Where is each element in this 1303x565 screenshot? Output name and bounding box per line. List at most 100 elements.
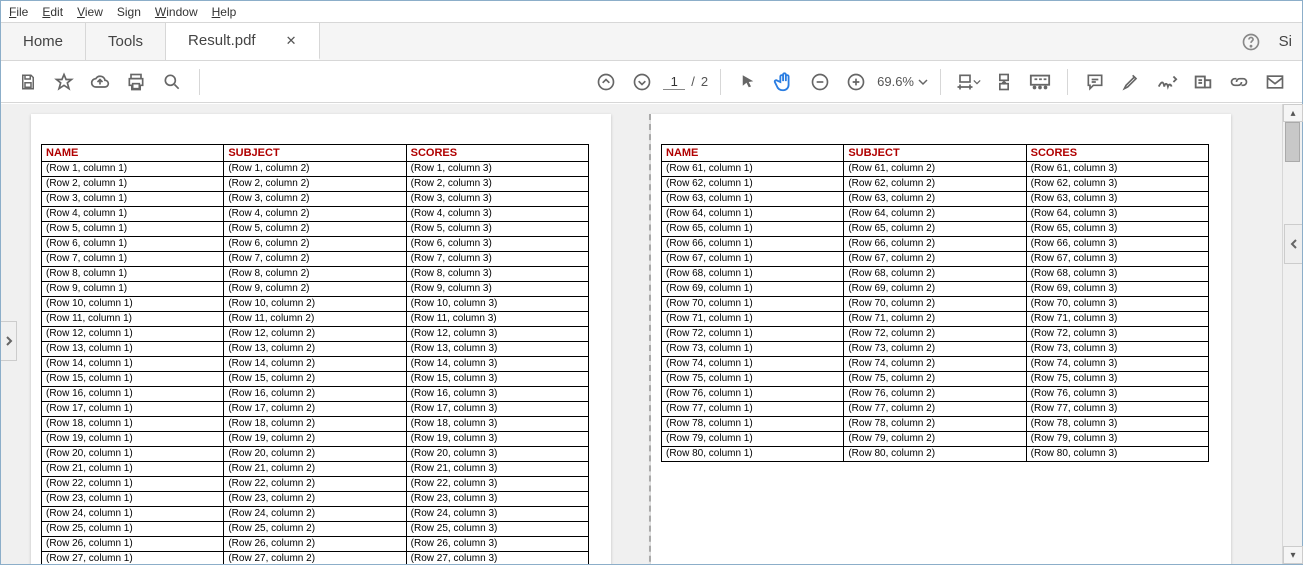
scroll-mode-icon[interactable] <box>989 67 1019 97</box>
left-panel-toggle[interactable] <box>1 321 17 361</box>
table-cell: (Row 74, column 3) <box>1026 357 1208 372</box>
table-row: (Row 68, column 1)(Row 68, column 2)(Row… <box>662 267 1209 282</box>
scroll-up-arrow[interactable]: ▴ <box>1283 104 1303 122</box>
table-cell: (Row 71, column 1) <box>662 312 844 327</box>
table-cell: (Row 13, column 1) <box>42 342 224 357</box>
table-cell: (Row 68, column 2) <box>844 267 1026 282</box>
table-row: (Row 80, column 1)(Row 80, column 2)(Row… <box>662 447 1209 462</box>
scroll-down-arrow[interactable]: ▾ <box>1283 546 1303 564</box>
table-cell: (Row 63, column 1) <box>662 192 844 207</box>
table-cell: (Row 65, column 3) <box>1026 222 1208 237</box>
table-cell: (Row 71, column 3) <box>1026 312 1208 327</box>
scroll-track[interactable] <box>1283 122 1302 546</box>
comment-icon[interactable] <box>1080 67 1110 97</box>
table-row: (Row 4, column 1)(Row 4, column 2)(Row 4… <box>42 207 589 222</box>
table-row: (Row 9, column 1)(Row 9, column 2)(Row 9… <box>42 282 589 297</box>
table-row: (Row 63, column 1)(Row 63, column 2)(Row… <box>662 192 1209 207</box>
hand-tool-icon[interactable] <box>769 67 799 97</box>
table-cell: (Row 2, column 3) <box>406 177 588 192</box>
menu-help[interactable]: Help <box>212 5 237 19</box>
table-row: (Row 22, column 1)(Row 22, column 2)(Row… <box>42 477 589 492</box>
table-cell: (Row 19, column 3) <box>406 432 588 447</box>
table-cell: (Row 4, column 1) <box>42 207 224 222</box>
document-viewport[interactable]: NAMESUBJECTSCORES(Row 1, column 1)(Row 1… <box>1 104 1282 564</box>
highlight-icon[interactable] <box>1116 67 1146 97</box>
table-cell: (Row 73, column 1) <box>662 342 844 357</box>
read-mode-icon[interactable] <box>1025 67 1055 97</box>
help-icon[interactable] <box>1241 32 1261 52</box>
table-cell: (Row 70, column 2) <box>844 297 1026 312</box>
table-cell: (Row 26, column 1) <box>42 537 224 552</box>
table-row: (Row 21, column 1)(Row 21, column 2)(Row… <box>42 462 589 477</box>
table-cell: (Row 24, column 1) <box>42 507 224 522</box>
column-header: SCORES <box>1026 145 1208 162</box>
result-table-page1: NAMESUBJECTSCORES(Row 1, column 1)(Row 1… <box>41 144 589 564</box>
menu-edit[interactable]: Edit <box>42 5 63 19</box>
table-cell: (Row 67, column 1) <box>662 252 844 267</box>
zoom-in-icon[interactable] <box>841 67 871 97</box>
menu-sign[interactable]: Sign <box>117 5 141 19</box>
table-cell: (Row 11, column 1) <box>42 312 224 327</box>
table-cell: (Row 77, column 3) <box>1026 402 1208 417</box>
table-cell: (Row 21, column 2) <box>224 462 406 477</box>
email-icon[interactable] <box>1260 67 1290 97</box>
table-cell: (Row 20, column 3) <box>406 447 588 462</box>
table-row: (Row 79, column 1)(Row 79, column 2)(Row… <box>662 432 1209 447</box>
table-row: (Row 8, column 1)(Row 8, column 2)(Row 8… <box>42 267 589 282</box>
table-cell: (Row 8, column 1) <box>42 267 224 282</box>
page-down-icon[interactable] <box>627 67 657 97</box>
table-row: (Row 1, column 1)(Row 1, column 2)(Row 1… <box>42 162 589 177</box>
table-row: (Row 65, column 1)(Row 65, column 2)(Row… <box>662 222 1209 237</box>
vertical-scrollbar[interactable]: ▴ ▾ <box>1282 104 1302 564</box>
table-row: (Row 67, column 1)(Row 67, column 2)(Row… <box>662 252 1209 267</box>
table-cell: (Row 10, column 1) <box>42 297 224 312</box>
right-panel-toggle[interactable] <box>1284 224 1302 264</box>
table-cell: (Row 4, column 2) <box>224 207 406 222</box>
table-row: (Row 13, column 1)(Row 13, column 2)(Row… <box>42 342 589 357</box>
attach-link-icon[interactable] <box>1224 67 1254 97</box>
table-row: (Row 20, column 1)(Row 20, column 2)(Row… <box>42 447 589 462</box>
tab-tools[interactable]: Tools <box>86 23 166 60</box>
table-cell: (Row 4, column 3) <box>406 207 588 222</box>
save-icon[interactable] <box>13 67 43 97</box>
table-cell: (Row 77, column 2) <box>844 402 1026 417</box>
zoom-out-icon[interactable] <box>805 67 835 97</box>
table-cell: (Row 64, column 2) <box>844 207 1026 222</box>
page-indicator: / 2 <box>663 74 708 90</box>
stamp-icon[interactable] <box>1188 67 1218 97</box>
search-icon[interactable] <box>157 67 187 97</box>
table-cell: (Row 62, column 2) <box>844 177 1026 192</box>
cloud-upload-icon[interactable] <box>85 67 115 97</box>
table-cell: (Row 5, column 1) <box>42 222 224 237</box>
sign-in-label[interactable]: Si <box>1279 33 1292 50</box>
page-current-input[interactable] <box>663 74 685 90</box>
fit-width-icon[interactable] <box>953 67 983 97</box>
table-cell: (Row 70, column 1) <box>662 297 844 312</box>
signature-icon[interactable] <box>1152 67 1182 97</box>
table-cell: (Row 78, column 3) <box>1026 417 1208 432</box>
selection-tool-icon[interactable] <box>733 67 763 97</box>
star-icon[interactable] <box>49 67 79 97</box>
table-cell: (Row 8, column 2) <box>224 267 406 282</box>
zoom-level[interactable]: 69.6% <box>877 74 928 89</box>
tab-document[interactable]: Result.pdf ✕ <box>166 23 319 60</box>
table-cell: (Row 9, column 1) <box>42 282 224 297</box>
table-cell: (Row 1, column 2) <box>224 162 406 177</box>
print-icon[interactable] <box>121 67 151 97</box>
menu-window[interactable]: Window <box>155 5 198 19</box>
page-up-icon[interactable] <box>591 67 621 97</box>
table-cell: (Row 68, column 3) <box>1026 267 1208 282</box>
table-cell: (Row 6, column 1) <box>42 237 224 252</box>
table-cell: (Row 80, column 2) <box>844 447 1026 462</box>
table-cell: (Row 26, column 3) <box>406 537 588 552</box>
tab-close-button[interactable]: ✕ <box>286 33 297 49</box>
scroll-thumb[interactable] <box>1285 122 1300 162</box>
menu-file[interactable]: File <box>9 5 28 19</box>
menu-view[interactable]: View <box>77 5 103 19</box>
tab-document-label: Result.pdf <box>188 32 256 49</box>
tab-home[interactable]: Home <box>1 23 86 60</box>
table-cell: (Row 7, column 2) <box>224 252 406 267</box>
page-sep: / <box>691 74 695 89</box>
toolbar: / 2 69.6% <box>1 61 1302 103</box>
table-cell: (Row 77, column 1) <box>662 402 844 417</box>
